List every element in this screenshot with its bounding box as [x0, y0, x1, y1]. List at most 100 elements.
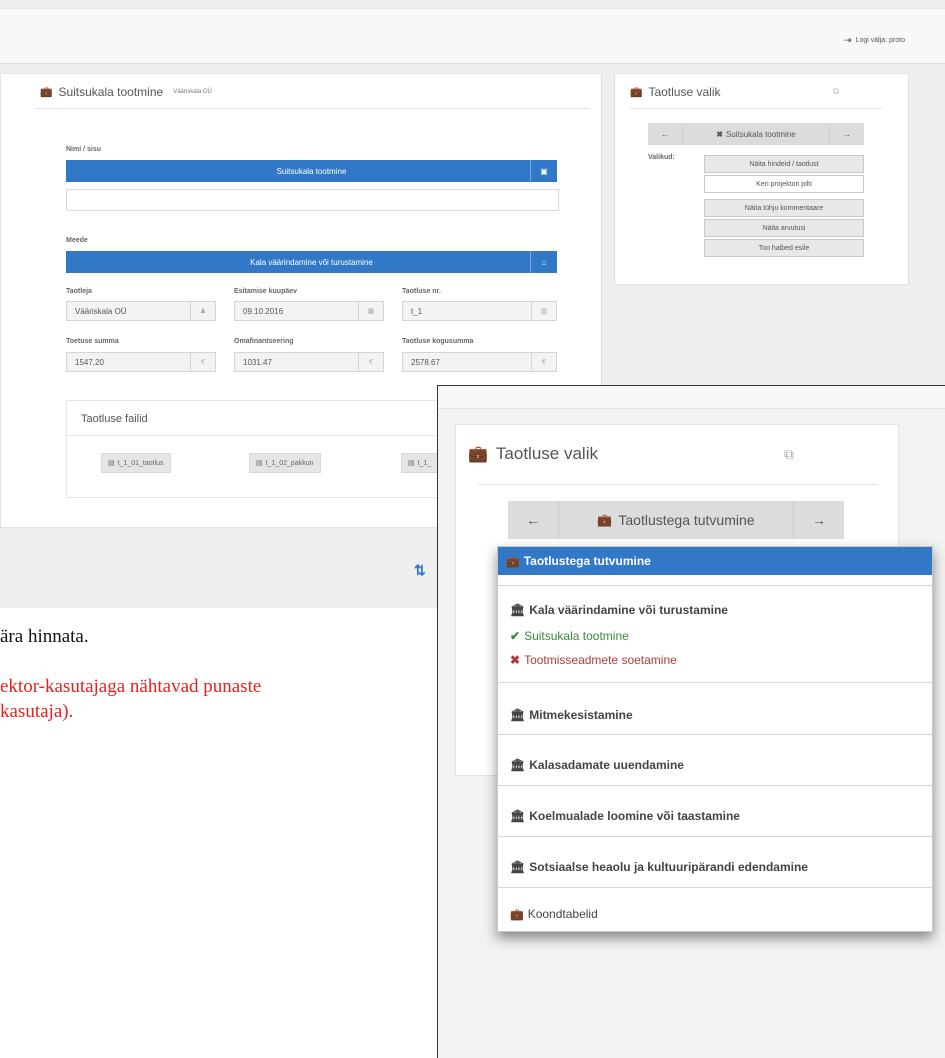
dropdown-item-label: Suitsukala tootmine	[524, 629, 629, 643]
field-label: Esitamise kuupäev	[234, 288, 298, 295]
overlay-nav: ← 💼 Taotlustega tutvumine →	[508, 501, 844, 539]
cross-icon: ✖	[510, 653, 521, 667]
group-label: Koelmualade loomine või taastamine	[529, 809, 740, 823]
nav-current-label: Suitsukala tootmine	[725, 129, 796, 139]
bank-icon: 🏛	[510, 758, 526, 772]
overlay-nav-current-button[interactable]: 💼 Taotlustega tutvumine	[558, 501, 794, 539]
euro-icon: €	[358, 353, 383, 371]
dropdown-group-item[interactable]: 🏛 Koelmualade loomine või taastamine	[510, 809, 740, 823]
next-arrow-icon[interactable]: →	[794, 501, 844, 539]
field-label: Omafinantseering	[234, 338, 294, 345]
file-name: t_1_	[417, 459, 432, 467]
user-icon: ♟	[190, 302, 215, 320]
option-button[interactable]: Keri projektori pilti	[704, 175, 864, 193]
dropdown-divider	[498, 887, 932, 888]
application-number-field: t_1 ▥	[402, 301, 557, 321]
application-nav: ← ✖ Suitsukala tootmine →	[648, 123, 864, 145]
external-link-icon[interactable]: ⧉	[833, 86, 839, 97]
barcode-icon: ▥	[531, 302, 556, 320]
option-button[interactable]: Näita tühju kommentaare	[704, 199, 864, 217]
date-field: 09.10.2016 ▦	[234, 301, 384, 321]
sort-icon[interactable]: ⇅	[414, 562, 426, 579]
logout-link[interactable]: ⇥ Logi välja: proto	[844, 35, 905, 46]
field-value: Vääriskala OÜ	[75, 306, 127, 316]
dropdown-divider	[498, 785, 932, 786]
option-button[interactable]: Too halbed esile	[704, 239, 864, 257]
dropdown-item-label: Tootmisseadmete soetamine	[524, 653, 677, 667]
dropdown-divider	[498, 585, 932, 586]
field-value: 2578.67	[411, 357, 440, 367]
header-divider	[35, 108, 590, 109]
dropdown-divider	[498, 682, 932, 683]
briefcase-icon: 💼	[630, 86, 643, 98]
dropdown-group-item[interactable]: 🏛 Mitmekesistamine	[510, 708, 633, 722]
field-label: Toetuse summa	[66, 338, 119, 345]
dropdown-divider	[498, 836, 932, 837]
file-icon: ▤	[408, 460, 415, 467]
euro-icon: €	[531, 353, 556, 371]
calendar-icon: ▦	[358, 302, 383, 320]
file-chip[interactable]: ▤ t_1_	[401, 453, 439, 473]
document-text-line-red: kasutaja).	[0, 701, 74, 722]
application-header: 💼 Suitsukala tootmine Vääriskala OÜ	[40, 85, 212, 99]
euro-icon: €	[190, 353, 215, 371]
external-link-icon[interactable]: ⧉	[784, 446, 794, 463]
name-content-field[interactable]	[66, 189, 559, 211]
next-arrow-icon[interactable]: →	[830, 123, 864, 145]
field-value: 09.10.2016	[243, 306, 284, 316]
name-value: Suitsukala tootmine	[276, 166, 347, 176]
overlay-header: 💼 Taotluse valik	[468, 444, 598, 464]
dropdown-divider	[498, 734, 932, 735]
document-text-line: ära hinnata.	[0, 626, 89, 647]
option-button[interactable]: Näita hindeid / taotlust	[704, 155, 864, 173]
group-label: Mitmekesistamine	[529, 708, 633, 722]
field-label: Taotluse kogusumma	[402, 338, 474, 345]
overlay-title: Taotluse valik	[495, 444, 598, 463]
nav-current-button[interactable]: ✖ Suitsukala tootmine	[682, 123, 830, 145]
name-bar[interactable]: Suitsukala tootmine ▣	[66, 160, 557, 182]
dropdown-item-ok[interactable]: ✔ Suitsukala tootmine	[510, 629, 629, 643]
total-sum-field: 2578.67 €	[402, 352, 557, 372]
application-title: Suitsukala tootmine	[58, 85, 164, 99]
file-icon: ▤	[108, 460, 115, 467]
file-chip[interactable]: ▤ t_1_01_taotlus	[101, 453, 171, 473]
bank-icon: 🏛	[510, 708, 526, 722]
prev-arrow-icon[interactable]: ←	[508, 501, 558, 539]
dropdown-footer-item[interactable]: 💼 Koondtabelid	[510, 907, 598, 921]
option-button[interactable]: Näita arvutusi	[704, 219, 864, 237]
dropdown-item-label: Koondtabelid	[527, 907, 598, 921]
dropdown-item-active[interactable]: 💼 Taotlustega tutvumine	[498, 547, 932, 575]
check-icon: ✔	[510, 629, 521, 643]
file-name: t_1_01_taotlus	[117, 459, 164, 467]
briefcase-icon: 💼	[468, 446, 488, 463]
dropdown-group-title: 🏛 Kala väärindamine või turustamine	[510, 603, 728, 617]
briefcase-icon: 💼	[597, 513, 613, 527]
selection-divider	[630, 108, 882, 109]
dropdown-group-item[interactable]: 🏛 Kalasadamate uuendamine	[510, 758, 684, 772]
support-sum-field: 1547.20 €	[66, 352, 216, 372]
dropdown-item-bad[interactable]: ✖ Tootmisseadmete soetamine	[510, 653, 677, 667]
briefcase-icon: 💼	[510, 908, 524, 921]
dropdown-group-item[interactable]: 🏛 Sotsiaalse heaolu ja kultuuripärandi e…	[510, 860, 808, 874]
file-chip[interactable]: ▤ t_1_02_pakkun	[249, 453, 321, 473]
name-label: Nimi / sisu	[66, 146, 102, 153]
field-label: Taotleja	[66, 288, 92, 295]
overlay-top-strip	[438, 386, 945, 409]
top-bar: ⇥ Logi välja: proto	[0, 8, 945, 64]
sign-out-icon: ⇥	[844, 35, 852, 45]
applicant-subtitle: Vääriskala OÜ	[173, 89, 212, 95]
measure-label: Meede	[66, 237, 88, 244]
logout-label: Logi välja: proto	[855, 37, 905, 44]
document-text-line-red: ektor-kasutajaga nähtavad punaste	[0, 676, 262, 697]
files-title: Taotluse failid	[81, 413, 148, 425]
prev-arrow-icon[interactable]: ←	[648, 123, 682, 145]
application-dropdown-menu: 💼 Taotlustega tutvumine 🏛 Kala väärindam…	[497, 546, 933, 932]
applicant-field: Vääriskala OÜ ♟	[66, 301, 216, 321]
group-label: Kala väärindamine või turustamine	[529, 603, 728, 617]
zoomed-overlay: 💼 Taotluse valik ⧉ ← 💼 Taotlustega tutvu…	[437, 385, 945, 1058]
file-icon: ▤	[256, 460, 263, 467]
selection-header: 💼 Taotluse valik	[630, 85, 721, 99]
measure-bar[interactable]: Kala väärindamine või turustamine ⌂	[66, 251, 557, 273]
bank-icon: 🏛	[510, 860, 526, 874]
dropdown-item-label: Taotlustega tutvumine	[523, 554, 651, 568]
